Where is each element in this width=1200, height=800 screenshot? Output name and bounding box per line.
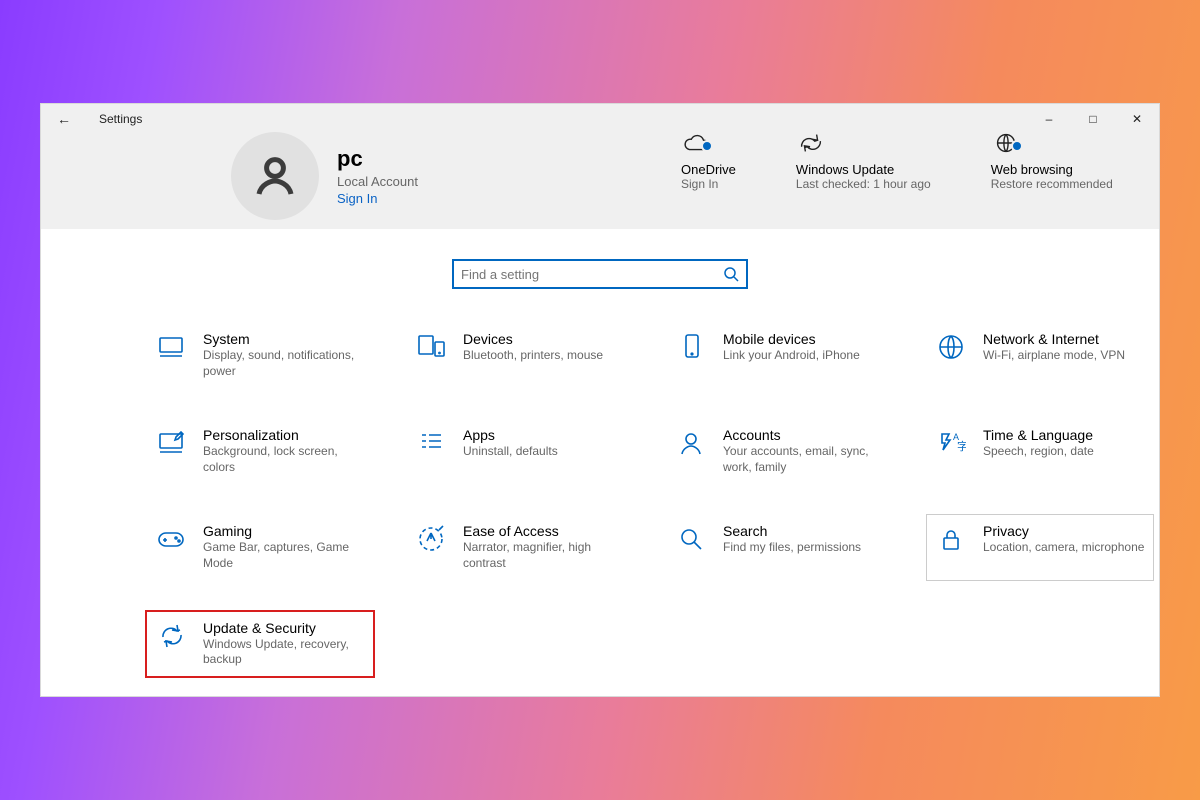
category-desc: Link your Android, iPhone — [723, 348, 860, 364]
category-desc: Narrator, magnifier, high contrast — [463, 540, 625, 571]
account-name: pc — [337, 146, 418, 172]
account-type: Local Account — [337, 174, 418, 189]
status-title: Web browsing — [991, 162, 1113, 177]
category-desc: Location, camera, microphone — [983, 540, 1144, 556]
update-icon — [796, 126, 931, 156]
category-desc: Find my files, permissions — [723, 540, 861, 556]
category-desc: Your accounts, email, sync, work, family — [723, 444, 885, 475]
category-system[interactable]: SystemDisplay, sound, notifications, pow… — [155, 331, 365, 379]
category-title: Privacy — [983, 523, 1144, 539]
category-title: Network & Internet — [983, 331, 1125, 347]
category-desc: Wi-Fi, airplane mode, VPN — [983, 348, 1125, 364]
category-desc: Background, lock screen, colors — [203, 444, 365, 475]
cloud-icon — [681, 126, 736, 156]
category-desc: Game Bar, captures, Game Mode — [203, 540, 365, 571]
search-icon — [723, 266, 739, 282]
search-input[interactable] — [461, 267, 723, 282]
attention-dot — [701, 140, 713, 152]
personalization-icon — [155, 427, 187, 459]
category-title: Devices — [463, 331, 603, 347]
accounts-icon — [675, 427, 707, 459]
category-ease[interactable]: Ease of AccessNarrator, magnifier, high … — [415, 523, 625, 571]
globe-icon — [991, 126, 1113, 156]
status-items: OneDrive Sign In Windows Update Last che… — [681, 126, 1149, 192]
category-title: Update & Security — [203, 620, 365, 636]
status-web-browsing[interactable]: Web browsing Restore recommended — [991, 126, 1113, 192]
network-icon — [935, 331, 967, 363]
svg-text:字: 字 — [957, 439, 966, 453]
category-title: Ease of Access — [463, 523, 625, 539]
apps-icon — [415, 427, 447, 459]
attention-dot — [1011, 140, 1023, 152]
category-grid: SystemDisplay, sound, notifications, pow… — [41, 331, 1159, 668]
status-title: OneDrive — [681, 162, 736, 177]
status-windows-update[interactable]: Windows Update Last checked: 1 hour ago — [796, 126, 931, 192]
category-accounts[interactable]: AccountsYour accounts, email, sync, work… — [675, 427, 885, 475]
account-text: pc Local Account Sign In — [337, 146, 418, 206]
back-button[interactable]: ← — [57, 111, 71, 127]
avatar — [231, 132, 319, 220]
devices-icon — [415, 331, 447, 363]
category-gaming[interactable]: GamingGame Bar, captures, Game Mode — [155, 523, 365, 571]
gaming-icon — [155, 523, 187, 555]
search-cat-icon — [675, 523, 707, 555]
status-onedrive[interactable]: OneDrive Sign In — [681, 126, 736, 192]
status-sub: Restore recommended — [991, 177, 1113, 192]
status-sub: Sign In — [681, 177, 736, 192]
body: SystemDisplay, sound, notifications, pow… — [41, 229, 1159, 668]
update-icon — [155, 620, 187, 652]
category-title: Gaming — [203, 523, 365, 539]
time-icon: A字 — [935, 427, 967, 459]
category-title: Personalization — [203, 427, 365, 443]
category-title: Mobile devices — [723, 331, 860, 347]
mobile-icon — [675, 331, 707, 363]
category-search-cat[interactable]: SearchFind my files, permissions — [675, 523, 885, 571]
system-icon — [155, 331, 187, 363]
window-title: Settings — [99, 112, 142, 126]
category-desc: Windows Update, recovery, backup — [203, 637, 365, 668]
category-title: Search — [723, 523, 861, 539]
category-desc: Speech, region, date — [983, 444, 1094, 460]
category-personalization[interactable]: PersonalizationBackground, lock screen, … — [155, 427, 365, 475]
category-desc: Uninstall, defaults — [463, 444, 558, 460]
category-update[interactable]: Update & SecurityWindows Update, recover… — [155, 620, 365, 668]
category-desc: Bluetooth, printers, mouse — [463, 348, 603, 364]
status-title: Windows Update — [796, 162, 931, 177]
header: ← Settings – □ ✕ pc Local Account Sign I… — [41, 104, 1159, 229]
ease-icon — [415, 523, 447, 555]
category-title: Apps — [463, 427, 558, 443]
account-area: pc Local Account Sign In — [231, 132, 418, 220]
category-time[interactable]: A字 Time & LanguageSpeech, region, date — [935, 427, 1145, 475]
category-title: System — [203, 331, 365, 347]
account-signin-link[interactable]: Sign In — [337, 191, 418, 206]
privacy-icon — [935, 523, 967, 555]
category-devices[interactable]: DevicesBluetooth, printers, mouse — [415, 331, 625, 379]
category-privacy[interactable]: PrivacyLocation, camera, microphone — [935, 523, 1145, 571]
category-title: Accounts — [723, 427, 885, 443]
settings-window: ← Settings – □ ✕ pc Local Account Sign I… — [40, 103, 1160, 697]
category-apps[interactable]: AppsUninstall, defaults — [415, 427, 625, 475]
category-network[interactable]: Network & InternetWi-Fi, airplane mode, … — [935, 331, 1145, 379]
search-box[interactable] — [452, 259, 748, 289]
category-title: Time & Language — [983, 427, 1094, 443]
category-desc: Display, sound, notifications, power — [203, 348, 365, 379]
category-mobile[interactable]: Mobile devicesLink your Android, iPhone — [675, 331, 885, 379]
status-sub: Last checked: 1 hour ago — [796, 177, 931, 192]
